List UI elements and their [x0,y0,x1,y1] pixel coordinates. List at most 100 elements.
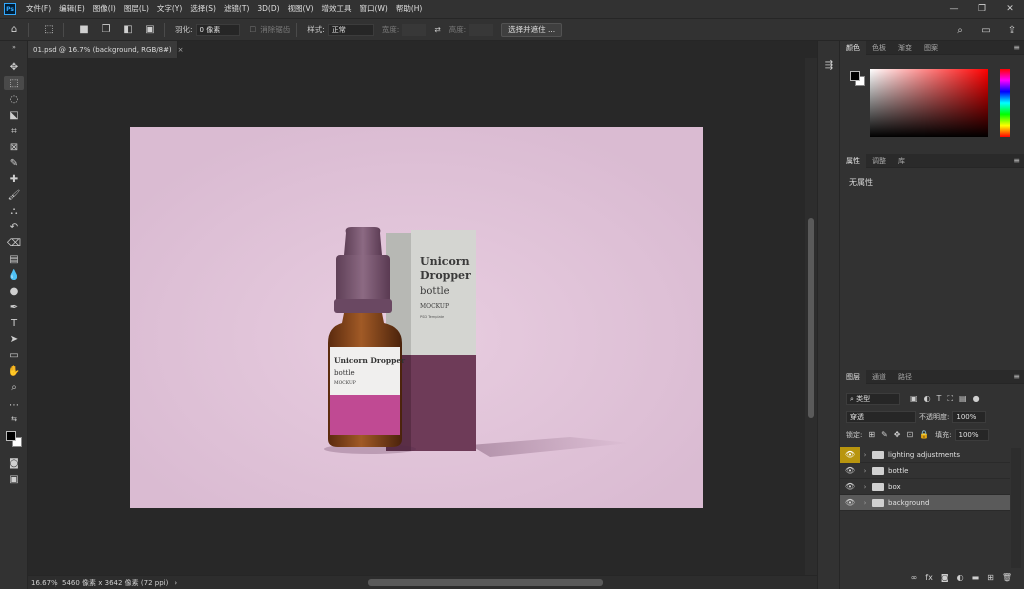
visibility-eye-icon[interactable]: 👁 [840,463,860,479]
lock-artboard-icon[interactable]: ⊡ [906,430,913,439]
hand-tool-icon[interactable]: ✋ [4,364,24,378]
layer-filter-select[interactable]: ⌕ 类型 [846,392,900,405]
rectangular-marquee-preset-icon[interactable]: ⬚ [41,22,57,38]
close-window-button[interactable]: ✕ [996,0,1024,18]
color-panel-foreground-swatch[interactable] [850,71,860,81]
minimize-button[interactable]: — [940,0,968,18]
visibility-eye-icon[interactable]: 👁 [840,446,860,463]
eyedropper-tool-icon[interactable]: ✎ [4,156,24,170]
filter-type-icon[interactable]: T [937,394,942,403]
panel-menu-icon[interactable]: ≡ [1013,41,1020,55]
feather-input[interactable]: 0 像素 [195,23,240,36]
antialias-checkbox-icon[interactable]: ☐ [250,25,257,34]
expand-chevron-icon[interactable]: › [860,499,870,507]
object-selection-tool-icon[interactable]: ⬕ [4,108,24,122]
tab-color[interactable]: 颜色 [840,40,866,55]
lock-all-icon[interactable]: 🔒 [919,430,929,439]
add-mask-icon[interactable]: ◙ [941,573,949,582]
history-brush-tool-icon[interactable]: ↶ [4,220,24,234]
lock-transparent-icon[interactable]: ⊞ [868,430,875,439]
filter-pixel-icon[interactable]: ▣ [910,394,918,403]
edit-toolbar-icon[interactable]: ⋯ [4,398,24,412]
select-and-mask-button[interactable]: 选择并遮住 ... [501,22,563,37]
rectangular-marquee-tool-icon[interactable]: ⬚ [4,76,24,90]
filter-adjustment-icon[interactable]: ◐ [924,394,931,403]
blend-mode-select[interactable]: 穿透 [846,410,916,423]
menu-plugins[interactable]: 增效工具 [318,0,356,18]
layers-scrollbar[interactable] [1011,448,1021,568]
pen-tool-icon[interactable]: ✒ [4,300,24,314]
search-icon[interactable]: ⌕ [952,22,968,38]
menu-help[interactable]: 帮助(H) [392,0,427,18]
lock-position-icon[interactable]: ✥ [894,430,901,439]
history-panel-icon[interactable]: ⇶ [821,57,837,73]
document-canvas[interactable]: Unicorn Dropper bottle MOCKUP PSD Templa… [130,127,703,508]
visibility-eye-icon[interactable]: 👁 [840,495,860,511]
layer-row[interactable]: 👁 › lighting adjustments [840,446,1010,463]
height-input[interactable] [469,23,494,36]
link-layers-icon[interactable]: ∞ [911,573,918,582]
zoom-tool-icon[interactable]: ⌕ [4,380,24,394]
swap-colors-icon[interactable]: ⇆ [4,415,24,423]
move-tool-icon[interactable]: ✥ [4,60,24,74]
menu-select[interactable]: 选择(S) [186,0,220,18]
layer-style-icon[interactable]: fx [925,573,933,582]
type-tool-icon[interactable]: T [4,316,24,330]
tab-patterns[interactable]: 图案 [918,41,944,55]
filter-smart-object-icon[interactable]: ▤ [959,394,967,403]
healing-brush-tool-icon[interactable]: ✚ [4,172,24,186]
lasso-tool-icon[interactable]: ◌ [4,92,24,106]
menu-view[interactable]: 视图(V) [284,0,318,18]
width-input[interactable] [402,23,427,36]
path-selection-tool-icon[interactable]: ➤ [4,332,24,346]
lock-image-icon[interactable]: ✎ [881,430,888,439]
clone-stamp-tool-icon[interactable]: ⛬ [4,204,24,218]
crop-tool-icon[interactable]: ⌗ [4,124,24,138]
status-menu-arrow[interactable]: › [174,579,177,587]
layer-row-selected[interactable]: 👁 › background [840,495,1010,511]
menu-layer[interactable]: 图层(L) [120,0,153,18]
menu-edit[interactable]: 编辑(E) [55,0,89,18]
filter-shape-icon[interactable]: ⛶ [947,394,953,404]
hue-slider[interactable] [1000,69,1010,137]
horizontal-scrollbar-thumb[interactable] [368,579,603,586]
menu-type[interactable]: 文字(Y) [153,0,186,18]
style-select[interactable]: 正常 [327,23,374,36]
expand-chevron-icon[interactable]: › [860,467,870,475]
maximize-button[interactable]: ❐ [968,0,996,18]
tab-gradients[interactable]: 渐变 [892,41,918,55]
brush-tool-icon[interactable]: 🖌 [4,188,24,202]
quick-mask-icon[interactable]: ◙ [4,456,24,470]
fill-input[interactable]: 100% [954,428,989,441]
layer-row[interactable]: 👁 › bottle [840,463,1010,479]
workspace-icon[interactable]: ▭ [978,22,994,38]
rectangle-tool-icon[interactable]: ▭ [4,348,24,362]
menu-3d[interactable]: 3D(D) [253,0,283,18]
canvas-workspace[interactable]: Unicorn Dropper bottle MOCKUP PSD Templa… [28,58,805,575]
add-to-selection-icon[interactable]: ❐ [98,22,114,38]
color-saturation-field[interactable] [870,69,988,137]
frame-tool-icon[interactable]: ⊠ [4,140,24,154]
swap-dimensions-icon[interactable]: ⇄ [434,25,440,34]
delete-layer-icon[interactable]: 🗑 [1002,573,1012,582]
visibility-eye-icon[interactable]: 👁 [840,479,860,495]
menu-window[interactable]: 窗口(W) [356,0,392,18]
home-icon[interactable]: ⌂ [6,22,22,38]
document-tab[interactable]: 01.psd @ 16.7% (background, RGB/8#) × [28,41,184,58]
vertical-scrollbar[interactable] [805,58,817,575]
menu-image[interactable]: 图像(I) [89,0,120,18]
tab-swatches[interactable]: 色板 [866,41,892,55]
new-selection-icon[interactable]: ■ [76,22,92,38]
eraser-tool-icon[interactable]: ⌫ [4,236,24,250]
close-tab-icon[interactable]: × [178,46,184,54]
foreground-color-swatch[interactable] [6,431,16,441]
filter-toggle-icon[interactable]: ● [973,394,980,403]
expand-chevron-icon[interactable]: › [860,451,870,459]
vertical-scrollbar-thumb[interactable] [808,218,814,418]
dodge-tool-icon[interactable]: ● [4,284,24,298]
screen-mode-icon[interactable]: ▣ [4,472,24,486]
new-layer-icon[interactable]: ⊞ [987,573,994,582]
new-adjustment-icon[interactable]: ◐ [957,573,964,582]
opacity-input[interactable]: 100% [952,410,987,423]
collapse-toolbar-icon[interactable]: » [4,44,24,51]
